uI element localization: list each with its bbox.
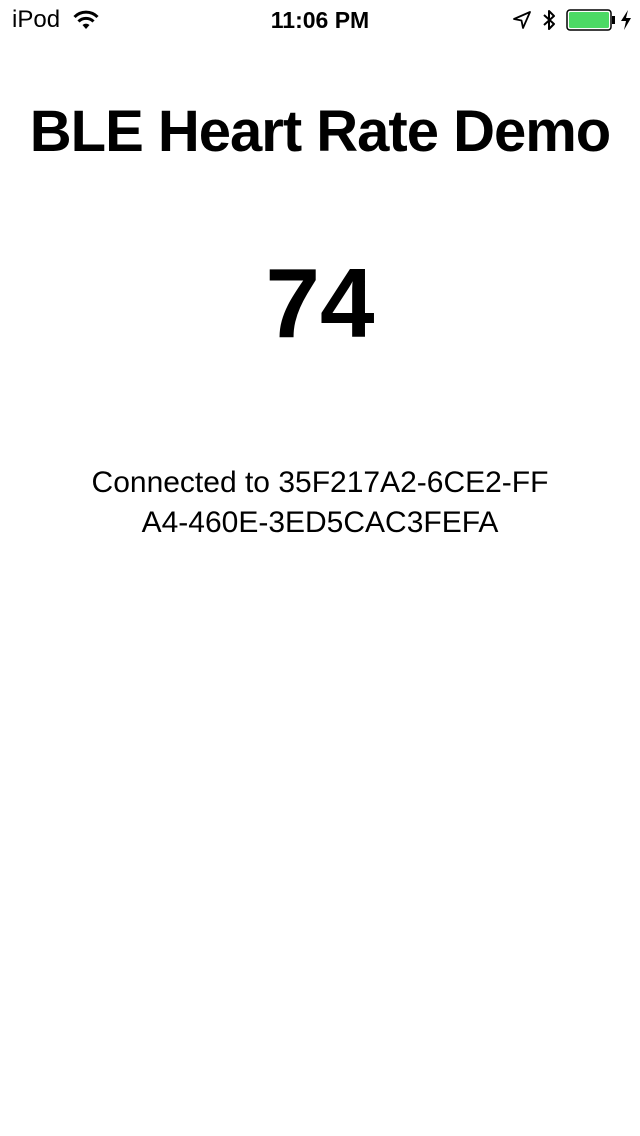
connection-status-text: Connected to 35F217A2-6CE2-FFA4-460E-3ED… [91, 466, 549, 539]
battery-icon [566, 9, 615, 31]
heart-rate-value: 74 [265, 248, 375, 358]
location-arrow-icon [513, 11, 531, 29]
bluetooth-icon [543, 10, 555, 30]
wifi-icon [73, 10, 99, 29]
page-title: BLE Heart Rate Demo [29, 99, 611, 164]
status-bar: iPod 11:06 PM [0, 0, 640, 40]
carrier-label: iPod [12, 6, 61, 33]
charging-bolt-icon [621, 10, 631, 30]
status-left: iPod [12, 6, 100, 34]
status-right [512, 6, 632, 34]
app-screen: iPod 11:06 PM BLE Heart Rate Demo 74 Con… [0, 0, 640, 1136]
